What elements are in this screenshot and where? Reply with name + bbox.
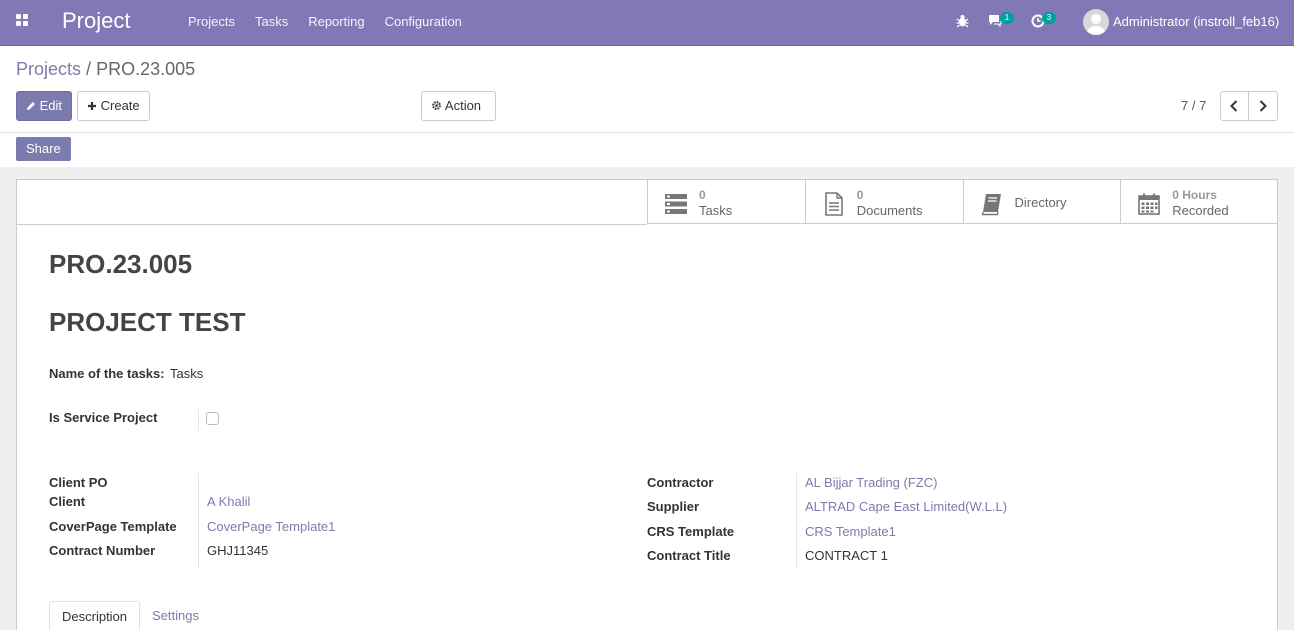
- documents-smart-button[interactable]: 0 Documents: [804, 180, 963, 224]
- service-project-label: Is Service Project: [49, 410, 158, 425]
- field-divider: [198, 409, 199, 431]
- breadcrumb-current: PRO.23.005: [96, 59, 196, 79]
- control-panel: Projects / PRO.23.005 Edit Create Action…: [0, 46, 1294, 167]
- edit-button-label: Edit: [39, 98, 63, 113]
- share-button[interactable]: Share: [16, 137, 71, 161]
- debug-bug-icon[interactable]: [956, 14, 969, 28]
- tasks-label: Tasks: [699, 203, 733, 218]
- hours-value: 0 Hours: [1172, 188, 1217, 202]
- hours-label: Recorded: [1172, 203, 1229, 218]
- button-box-divider: [17, 224, 647, 225]
- create-button-label: Create: [100, 98, 140, 113]
- breadcrumb: Projects / PRO.23.005: [16, 59, 195, 80]
- book-icon: [981, 194, 1001, 216]
- contract-title-label: Contract Title: [647, 548, 731, 563]
- apps-menu-icon[interactable]: [16, 14, 29, 27]
- left-group-divider: [198, 473, 199, 568]
- create-button[interactable]: Create: [77, 91, 150, 121]
- record-reference: PRO.23.005: [49, 249, 193, 279]
- contract-number-value[interactable]: GHJ11345: [207, 543, 268, 558]
- right-group-divider: [796, 473, 797, 568]
- app-title[interactable]: Project: [62, 8, 130, 34]
- supplier-link[interactable]: ALTRAD Cape East Limited(W.L.L): [805, 499, 1007, 514]
- messages-count-badge: 1: [1000, 12, 1014, 24]
- smart-button-box: 0 Tasks 0 Documents Directory 0 Hours Re…: [647, 180, 1278, 224]
- document-icon: [824, 192, 843, 216]
- activities-count-badge: 3: [1042, 12, 1056, 24]
- hours-recorded-smart-button[interactable]: 0 Hours Recorded: [1120, 180, 1278, 224]
- menu-item-reporting[interactable]: Reporting: [308, 14, 364, 29]
- client-label: Client: [49, 494, 86, 509]
- crs-template-label: CRS Template: [647, 524, 735, 539]
- gear-icon: [432, 101, 441, 110]
- form-sheet: 0 Tasks 0 Documents Directory 0 Hours Re…: [16, 179, 1278, 630]
- client-link[interactable]: A Khalil: [207, 494, 250, 509]
- crs-template-link[interactable]: CRS Template1: [805, 524, 896, 539]
- main-menu: Projects Tasks Reporting Configuration: [178, 14, 472, 29]
- tasks-smart-button[interactable]: 0 Tasks: [647, 180, 805, 224]
- chevron-right-icon: [1259, 100, 1267, 112]
- contract-title-value[interactable]: CONTRACT 1: [805, 548, 888, 563]
- coverpage-template-link[interactable]: CoverPage Template1: [207, 519, 335, 534]
- pager-next-button[interactable]: [1248, 91, 1278, 121]
- contractor-link[interactable]: AL Bijjar Trading (FZC): [805, 475, 937, 490]
- tab-description[interactable]: Description: [49, 601, 141, 630]
- directory-smart-button[interactable]: Directory: [962, 180, 1121, 224]
- menu-item-projects[interactable]: Projects: [188, 14, 235, 29]
- breadcrumb-projects-link[interactable]: Projects: [16, 59, 81, 79]
- supplier-label: Supplier: [647, 499, 700, 514]
- contract-number-label: Contract Number: [49, 543, 156, 558]
- task-name-label: Name of the tasks:: [49, 366, 165, 381]
- action-button-label: Action: [444, 98, 482, 113]
- tab-settings[interactable]: Settings: [140, 601, 211, 630]
- directory-label: Directory: [1014, 195, 1067, 210]
- top-navbar: Project Projects Tasks Reporting Configu…: [0, 0, 1294, 46]
- tasks-count: 0: [699, 188, 706, 202]
- project-name-field[interactable]: PROJECT TEST: [49, 307, 245, 338]
- menu-item-configuration[interactable]: Configuration: [385, 14, 462, 29]
- action-button[interactable]: Action: [421, 91, 496, 121]
- chevron-left-icon: [1230, 100, 1238, 112]
- documents-label: Documents: [856, 203, 923, 218]
- contractor-label: Contractor: [647, 475, 714, 490]
- client-po-label: Client PO: [49, 475, 108, 490]
- plus-icon: [88, 102, 96, 110]
- breadcrumb-separator: /: [86, 59, 92, 79]
- edit-button[interactable]: Edit: [16, 91, 73, 121]
- documents-count: 0: [856, 188, 864, 202]
- task-name-value[interactable]: Tasks: [170, 366, 203, 381]
- user-menu[interactable]: Administrator (instroll_feb16): [1113, 14, 1279, 29]
- pager-value[interactable]: 7 / 7: [1181, 98, 1206, 113]
- coverpage-template-label: CoverPage Template: [49, 519, 177, 534]
- pager-previous-button[interactable]: [1220, 91, 1249, 121]
- control-divider: [0, 132, 1294, 133]
- menu-item-tasks[interactable]: Tasks: [255, 14, 288, 29]
- tasks-icon: [665, 194, 687, 214]
- service-project-checkbox[interactable]: [206, 412, 219, 425]
- pencil-icon: [27, 102, 35, 110]
- user-avatar[interactable]: [1083, 9, 1109, 35]
- calendar-icon: [1138, 193, 1161, 215]
